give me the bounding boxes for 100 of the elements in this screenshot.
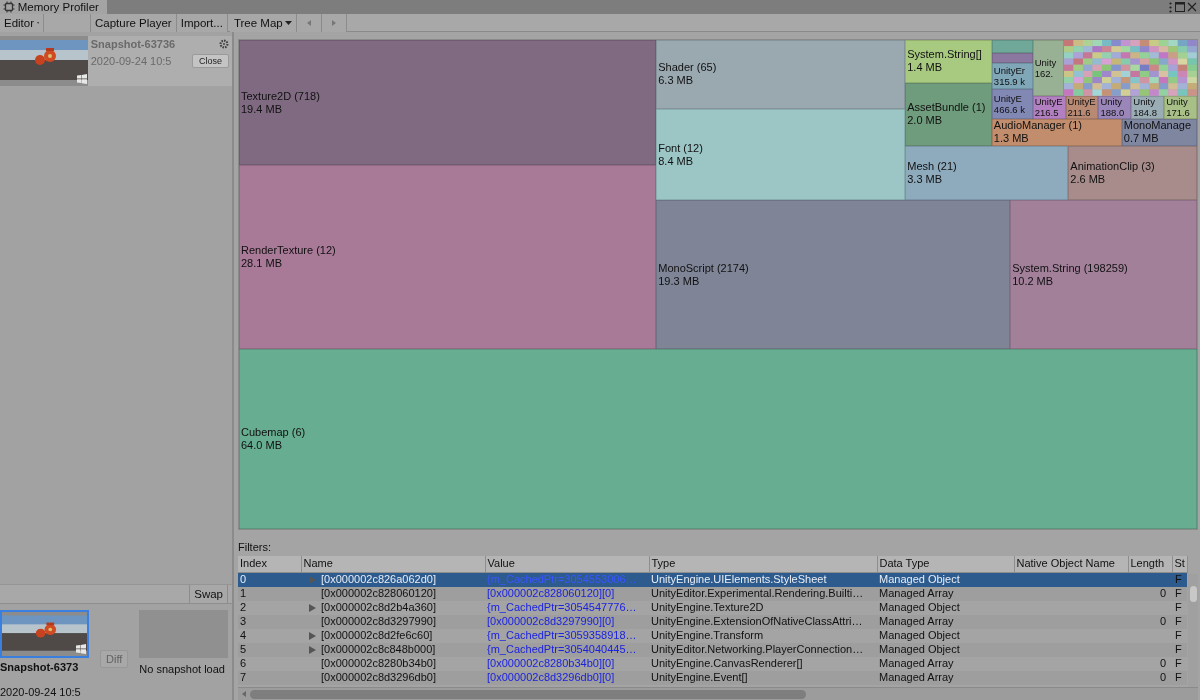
capture-button[interactable]: Capture Player: [91, 14, 177, 32]
table-cell: [0x000002c828060120]: [321, 587, 436, 600]
column-header[interactable]: Index: [238, 555, 301, 573]
target-dropdown[interactable]: Editor: [0, 14, 44, 32]
treemap-tile[interactable]: Cubemap (6) 64.0 MB: [239, 348, 1197, 529]
table-cell: 6: [238, 656, 301, 671]
table-cell: UnityEditor.Networking.PlayerConnection…: [649, 642, 877, 657]
tile-size: 188.0: [1100, 107, 1126, 119]
tile-size: 19.4 MB: [241, 102, 283, 116]
table-cell: [0x000002c8c848b000]: [321, 643, 436, 656]
tile-size: 2.6 MB: [1070, 172, 1107, 186]
table-row[interactable]: 4 [0x000002c8d2fe6c60] {m_CachedPtr=3059358918… UnityEngine.Transform Managed Object F: [238, 628, 1187, 643]
expand-icon[interactable]: [309, 631, 316, 640]
treemap-tile[interactable]: AudioManager (1) 1.3 MB: [991, 118, 1122, 146]
treemap-tile[interactable]: RenderTexture (12) 28.1 MB: [239, 165, 657, 349]
table-cell[interactable]: {m_CachedPtr=3059358918…: [485, 628, 649, 643]
table-cell: Managed Object: [877, 642, 1014, 657]
treemap-tile[interactable]: Font (12) 8.4 MB: [656, 108, 906, 201]
column-header[interactable]: Name: [301, 555, 485, 573]
tile-label: MonoScript (2174): [658, 261, 750, 275]
scrollbar[interactable]: [238, 686, 1198, 700]
table-cell: UnityEngine.Transform: [649, 628, 877, 643]
close-button[interactable]: Close: [192, 53, 229, 68]
expand-icon[interactable]: [309, 603, 316, 612]
treemap-tile[interactable]: [991, 40, 1033, 53]
treemap-tile[interactable]: Unity 171.6: [1164, 95, 1197, 119]
settings-icon[interactable]: [219, 39, 230, 50]
treemap-tile[interactable]: AssetBundle (1) 2.0 MB: [905, 82, 992, 146]
tile-size: 19.3 MB: [658, 274, 701, 288]
treemap-tile[interactable]: [991, 52, 1033, 63]
treemap-tile[interactable]: System.String (198259) 10.2 MB: [1010, 200, 1197, 349]
table-cell: F: [1172, 614, 1187, 629]
treemap-tile[interactable]: Texture2D (718) 19.4 MB: [239, 40, 657, 166]
table-cell: [0x000002c8d3296db0]: [321, 671, 436, 684]
tile-label: AnimationClip (3): [1070, 159, 1156, 173]
column-header[interactable]: Type: [649, 555, 877, 573]
treemap-tile[interactable]: Mesh (21) 3.3 MB: [905, 145, 1069, 201]
table-row[interactable]: 2 [0x000002c8d2b4a360] {m_CachedPtr=3054547776… UnityEngine.Texture2D Managed Object F: [238, 600, 1187, 615]
table-row[interactable]: 5 [0x000002c8c848b000] {m_CachedPtr=3054040445… UnityEditor.Networking.PlayerConnection… Managed Object F: [238, 642, 1187, 657]
treemap-tile[interactable]: System.String[] 1.4 MB: [905, 40, 992, 83]
treemap-tile[interactable]: Unity 188.0: [1098, 95, 1132, 119]
tile-size: 315.9 k: [993, 75, 1027, 87]
maximize-icon[interactable]: [1174, 2, 1185, 12]
treemap-tile[interactable]: MonoScript (2174) 19.3 MB: [656, 200, 1011, 349]
close-icon[interactable]: [1187, 2, 1198, 12]
expand-icon[interactable]: [309, 645, 316, 654]
back-button[interactable]: [297, 14, 323, 32]
window-title: Memory Profiler: [17, 0, 99, 14]
snapshot-date: 2020-09-24 10:5: [0, 684, 82, 700]
tile-size: 8.4 MB: [658, 154, 695, 168]
import-button[interactable]: Import...: [176, 14, 228, 32]
scrollbar[interactable]: [1187, 573, 1198, 687]
table-cell: Managed Object: [877, 600, 1014, 615]
table-cell: F: [1172, 586, 1187, 601]
table-cell: 1: [238, 586, 301, 601]
windows-icon: [76, 644, 86, 654]
column-header[interactable]: Data Type: [877, 555, 1014, 573]
table-row[interactable]: 7 [0x000002c8d3296db0] [0x000002c8d3296db0][0] UnityEngine.Event[] Managed Array 0 F: [238, 670, 1187, 685]
column-header[interactable]: Native Object Name: [1014, 555, 1128, 573]
scroll-left-icon[interactable]: [242, 691, 246, 697]
table-cell: [0x000002c8d2fe6c60]: [321, 629, 433, 642]
treemap-tile[interactable]: Unity 162.: [1032, 40, 1065, 96]
tile-label: System.String[]: [907, 48, 983, 62]
tile-label: MonoManage: [1123, 119, 1193, 133]
tile-label: Shader (65): [658, 61, 718, 75]
table-cell: 7: [238, 670, 301, 685]
tile-label: Unity: [1166, 96, 1189, 108]
table-row[interactable]: 3 [0x000002c8d3297990] [0x000002c8d3297990][0] UnityEngine.ExtensionOfNativeClassAttri… Managed Array 0 F: [238, 614, 1187, 629]
treemap-tile[interactable]: Unity 184.8: [1131, 95, 1165, 119]
treemap-tile[interactable]: AnimationClip (3) 2.6 MB: [1068, 145, 1197, 201]
forward-icon: [332, 20, 337, 27]
treemap-tile[interactable]: MonoManage 0.7 MB: [1121, 118, 1197, 146]
tile-label: Font (12): [658, 141, 704, 155]
tile-label: UnityE: [1034, 96, 1064, 108]
table-cell: F: [1172, 670, 1187, 685]
table-cell: [0x000002c8280b34b0]: [321, 657, 436, 670]
more-icon[interactable]: [1168, 1, 1172, 13]
table-cell[interactable]: [0x000002c8280b34b0][0]: [485, 656, 649, 671]
column-header[interactable]: Value: [485, 555, 649, 573]
table-row[interactable]: 6 [0x000002c8280b34b0] [0x000002c8280b34b0][0] UnityEngine.CanvasRenderer[] Managed Array 0 F: [238, 656, 1187, 671]
tile-label: Texture2D (718): [241, 89, 321, 103]
table-cell: [0x000002c8d3297990]: [321, 615, 436, 628]
tile-size: 216.5: [1034, 107, 1060, 119]
swap-button[interactable]: Swap: [189, 585, 228, 603]
view-dropdown[interactable]: Tree Map: [229, 14, 298, 32]
windows-icon: [77, 74, 87, 84]
tile-size: 211.6: [1067, 107, 1092, 119]
forward-button[interactable]: [322, 14, 348, 32]
caret-icon: [36, 21, 39, 25]
table-cell: 5: [238, 642, 301, 657]
snapshot-entry[interactable]: Snapshot-63736 2020-09-24 10:5 Close: [0, 36, 232, 86]
tile-size: 28.1 MB: [241, 257, 283, 271]
treemap-tile[interactable]: Shader (65) 6.3 MB: [656, 40, 906, 109]
table-cell[interactable]: {m_CachedPtr=3054547776…: [485, 600, 649, 615]
snapshot-name: Snapshot-6373: [0, 660, 80, 675]
tile-size: 6.3 MB: [658, 74, 695, 88]
table-cell: UnityEngine.CanvasRenderer[]: [649, 656, 877, 671]
column-header[interactable]: Length: [1128, 555, 1172, 573]
tile-size: 1.3 MB: [993, 132, 1030, 146]
tile-label: Unity: [1133, 96, 1156, 108]
